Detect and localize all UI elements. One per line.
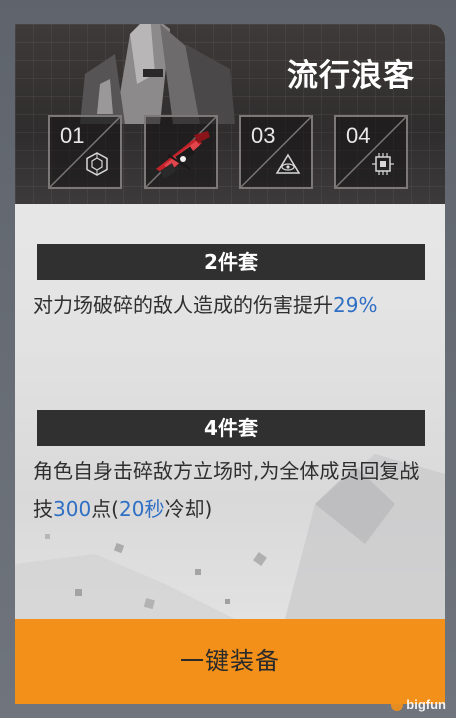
- set-header: 流行浪客 01 03 04: [15, 24, 445, 204]
- page: 流行浪客 01 03 04 2件套 对力场破碎的敌人造成的伤害提升29% 4件套…: [0, 0, 456, 718]
- slot-number: 03: [251, 123, 276, 148]
- equipment-set-card: 流行浪客 01 03 04 2件套 对力场破碎的敌人造成的伤害提升29% 4件套…: [15, 24, 445, 704]
- bigfun-logo-icon: [391, 699, 404, 711]
- bonus-title-4pc: 4件套: [37, 410, 425, 446]
- slot-number: 04: [346, 123, 371, 148]
- triangle-eye-icon: [275, 153, 301, 174]
- set-bonus-panel: 2件套 对力场破碎的敌人造成的伤害提升29% 4件套 角色自身击碎敌方立场时,为…: [15, 204, 445, 619]
- bonus-title-2pc: 2件套: [37, 244, 425, 280]
- red-rifle-item-icon: [156, 131, 210, 179]
- slot-number: 01: [60, 123, 85, 148]
- set-name: 流行浪客: [287, 58, 415, 94]
- equipment-slot-1[interactable]: 01: [48, 115, 122, 189]
- bonus-cooldown: 20秒: [119, 497, 165, 521]
- equipment-slot-3[interactable]: 03: [239, 115, 313, 189]
- bonus-description-2pc: 对力场破碎的敌人造成的伤害提升29%: [33, 286, 433, 324]
- chip-icon: [372, 153, 394, 175]
- bonus-value: 29%: [333, 293, 378, 317]
- one-click-equip-button[interactable]: 一键装备: [15, 619, 445, 704]
- watermark-text: bigfun: [406, 697, 446, 712]
- bigfun-watermark: bigfun: [391, 697, 446, 712]
- bonus-text-mid: 点(: [91, 497, 119, 521]
- bonus-text: 对力场破碎的敌人造成的伤害提升: [33, 293, 333, 317]
- hexagon-gear-icon: [86, 152, 108, 176]
- equipment-slot-2[interactable]: [144, 115, 218, 189]
- bonus-text-end: 冷却): [164, 497, 213, 521]
- equipment-slot-4[interactable]: 04: [334, 115, 408, 189]
- mech-artwork: [80, 24, 235, 124]
- bonus-description-4pc: 角色自身击碎敌方立场时,为全体成员回复战技300点(20秒冷却): [33, 452, 433, 528]
- bonus-value: 300: [53, 497, 92, 521]
